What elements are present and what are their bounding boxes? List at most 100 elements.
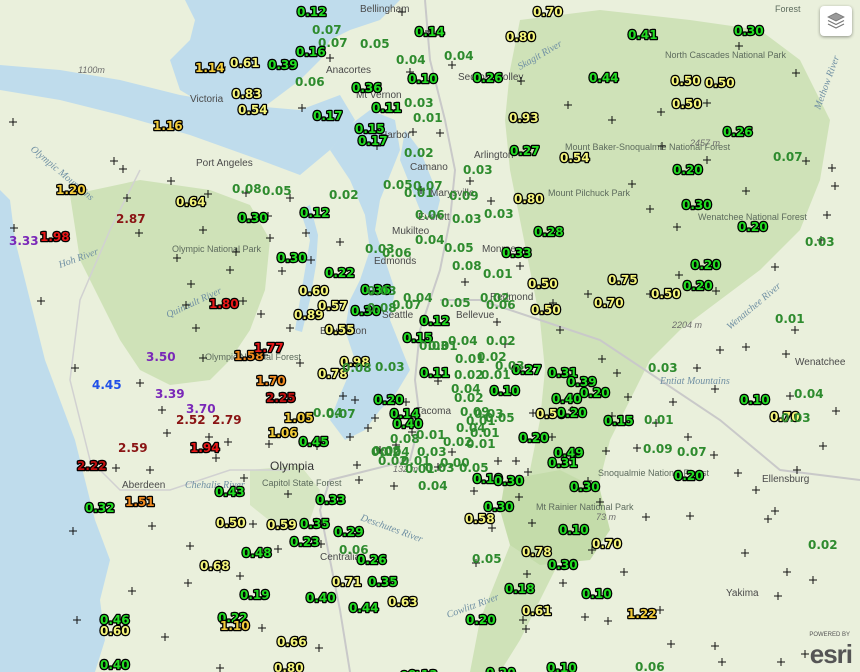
precip-value-label: 0.03 [404,96,434,110]
precip-value-label: 0.10 [582,587,612,601]
precip-value-label: 0.44 [349,601,379,615]
precip-value-label: 0.54 [238,103,268,117]
precip-value-label: 1.98 [40,230,70,244]
precip-value-label: 0.50 [672,97,702,111]
precip-value-label: 0.30 [734,24,764,38]
esri-logo: esri [809,639,853,669]
precip-value-label: 0.20 [683,279,713,293]
label-north-cascades: North Cascades National Park [665,50,787,60]
precip-value-label: 0.07 [773,150,803,164]
precip-value-label: 0.30 [548,558,578,572]
precip-value-label: 0.28 [534,225,564,239]
precip-value-label: 0.06 [295,75,325,89]
precip-value-label: 0.03 [484,207,514,221]
precip-value-label: 2.22 [77,459,107,473]
precip-value-label: 4.45 [92,378,122,392]
precip-value-label: 0.30 [484,500,514,514]
precip-value-label: 0.68 [200,559,230,573]
precip-value-label: 0.61 [230,56,260,70]
precip-value-label: 0.11 [372,101,402,115]
precip-value-label: 0.48 [242,546,272,560]
precip-value-label: 0.63 [388,595,418,609]
precip-value-label: 0.10 [740,393,770,407]
precip-value-label: 0.26 [473,71,503,85]
precip-value-label: 0.08 [452,259,482,273]
precip-value-label: 0.20 [557,406,587,420]
precip-value-label: 0.09 [449,189,479,203]
precip-value-label: 0.02 [454,391,484,405]
precip-value-label: 0.04 [396,53,426,67]
precip-value-label: 0.80 [514,192,544,206]
precip-value-label: 0.17 [313,109,343,123]
precip-value-label: 0.30 [682,198,712,212]
label-victoria: Victoria [190,94,224,105]
label-anacortes: Anacortes [326,65,371,76]
precip-value-label: 0.06 [415,208,445,222]
precip-value-label: 0.02 [404,146,434,160]
precip-value-label: 0.05 [441,296,471,310]
layers-icon [827,12,845,29]
precip-value-label: 0.15 [604,414,634,428]
precip-value-label: 0.30 [277,251,307,265]
precip-value-label: 0.50 [705,76,735,90]
precip-value-label: 0.50 [528,277,558,291]
precip-value-label: 0.23 [290,535,320,549]
label-rainier-park: Mt Rainier National Park [536,502,634,512]
precip-value-label: 0.03 [463,163,493,177]
precip-value-label: 0.05 [372,444,402,458]
precip-value-label: 0.39 [268,58,298,72]
precip-value-label: 1.06 [268,426,298,440]
precip-value-label: 0.55 [325,323,355,337]
precip-value-label: 0.10 [559,523,589,537]
label-port-angeles: Port Angeles [196,158,253,169]
precip-value-label: 1.77 [254,341,284,355]
precip-value-label: 0.11 [420,366,450,380]
precip-value-label: 0.09 [643,442,673,456]
precip-value-label: 0.20 [486,666,516,672]
precip-value-label: 0.20 [519,431,549,445]
precip-value-label: 0.43 [215,485,245,499]
precip-value-label: 0.05 [485,411,515,425]
precip-value-label: 0.03 [419,339,449,353]
precip-value-label: 0.02 [808,538,838,552]
precip-value-label: 0.61 [522,604,552,618]
precip-value-label: 2.25 [266,391,296,405]
precip-value-label: 0.29 [334,525,364,539]
precip-value-label: 0.07 [413,179,443,193]
precip-value-label: 0.70 [533,5,563,19]
precip-value-label: 1.14 [195,61,225,75]
precip-value-label: 2.79 [212,413,242,427]
label-elev-73: 73 m [596,512,617,522]
precipitation-map[interactable]: Bellingham Anacortes Sedro-Woolley Mt Ve… [0,0,860,672]
precip-value-label: 0.26 [723,125,753,139]
precip-value-label: 0.03 [648,361,678,375]
precip-value-label: 0.58 [465,512,495,526]
precip-value-label: 0.57 [318,299,348,313]
precip-value-label: 1.70 [256,374,286,388]
precip-value-label: 0.02 [329,188,359,202]
label-olympia: Olympia [270,459,314,473]
precip-value-label: 0.18 [505,582,535,596]
precip-value-label: 2.59 [118,441,148,455]
layers-button[interactable] [820,6,852,36]
precip-value-label: 0.45 [299,435,329,449]
precip-value-label: 0.70 [592,537,622,551]
precip-value-label: 0.12 [297,5,327,19]
precip-value-label: 0.20 [374,393,404,407]
precip-value-label: 0.03 [781,411,811,425]
precip-value-label: 0.40 [100,658,130,672]
precip-value-label: 0.04 [415,233,445,247]
label-capitol-forest: Capitol State Forest [262,478,342,488]
precip-value-label: 0.07 [677,445,707,459]
precip-value-label: 0.36 [352,81,382,95]
precip-value-label: 0.64 [176,195,206,209]
precip-value-label: 0.03 [367,284,397,298]
precip-value-label: 0.04 [448,334,478,348]
precip-value-label: 0.08 [232,182,262,196]
esri-attribution[interactable]: POWERED BY esri [804,632,856,670]
precip-value-label: 0.14 [415,25,445,39]
precip-value-label: 0.50 [651,287,681,301]
precip-value-label: 0.01 [405,462,435,476]
precip-value-label: 0.78 [522,545,552,559]
precip-value-label: 3.33 [9,234,39,248]
